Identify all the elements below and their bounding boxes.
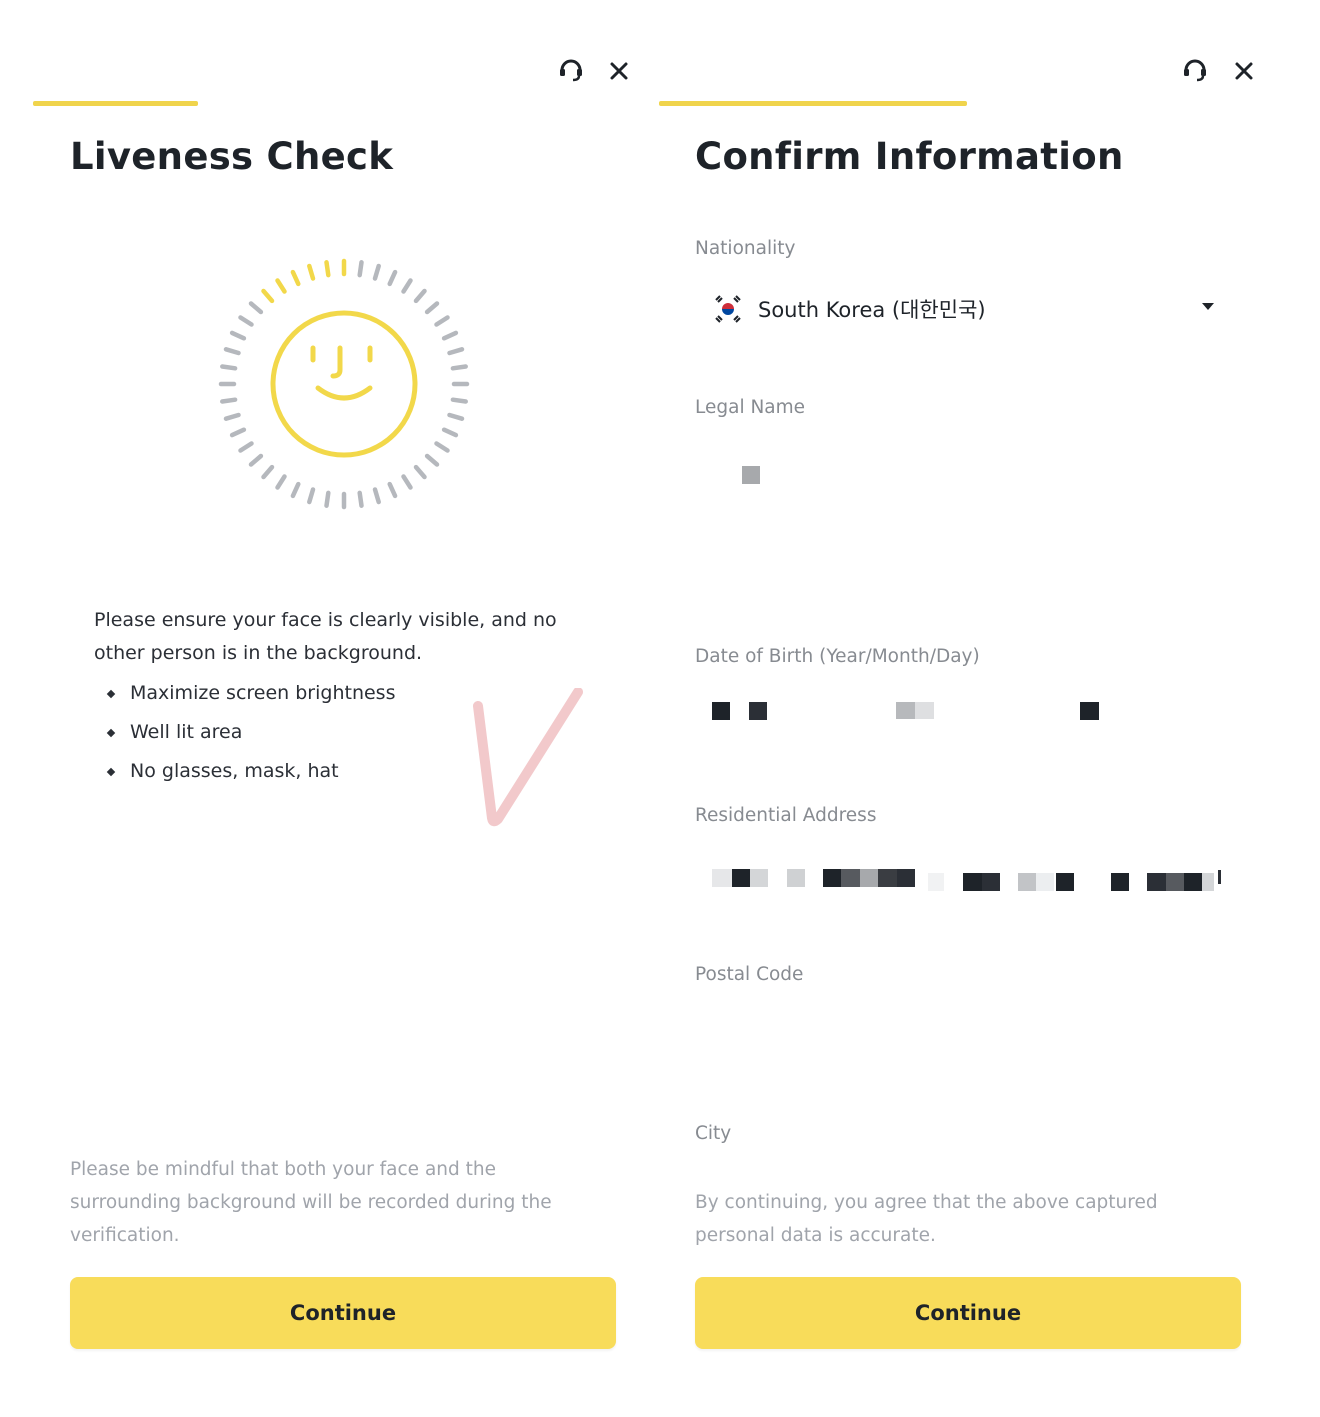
- progress-tick: [357, 490, 364, 508]
- progress-tick: [220, 397, 238, 404]
- progress-tick: [229, 427, 247, 438]
- progress-tick: [441, 427, 459, 438]
- recording-notice: Please be mindful that both your face an…: [70, 1159, 552, 1246]
- progress-tick: [238, 441, 254, 453]
- progress-tick: [261, 464, 275, 480]
- progress-tick: [434, 441, 450, 453]
- progress-tick: [248, 453, 264, 467]
- progress-tick: [424, 453, 440, 467]
- progress-tick: [372, 263, 381, 281]
- nationality-select[interactable]: South Korea (대한민국): [695, 284, 1225, 334]
- progress-tick: [223, 412, 241, 421]
- progress-tick: [223, 347, 241, 356]
- smiley-face-icon: [218, 258, 470, 510]
- progress-tick: [290, 481, 301, 499]
- progress-tick: [447, 412, 465, 421]
- progress-tick: [229, 330, 247, 341]
- close-icon[interactable]: [604, 56, 634, 86]
- page-title: Confirm Information: [695, 135, 1124, 178]
- progress-tick: [290, 269, 301, 287]
- city-label: City: [695, 1123, 732, 1144]
- dob-label: Date of Birth (Year/Month/Day): [695, 646, 980, 667]
- progress-tick: [248, 301, 264, 315]
- nationality-value: South Korea (대한민국): [758, 298, 986, 322]
- headset-icon[interactable]: [1180, 54, 1210, 84]
- progress-bar: [659, 101, 967, 106]
- continue-button[interactable]: Continue: [70, 1277, 616, 1349]
- postal-code-label: Postal Code: [695, 964, 804, 985]
- progress-tick: [424, 301, 440, 315]
- continue-button[interactable]: Continue: [695, 1277, 1241, 1349]
- legal-name-label: Legal Name: [695, 397, 806, 418]
- progress-bar: [33, 101, 198, 106]
- page-title: Liveness Check: [70, 135, 394, 178]
- legal-name-value-redacted: [742, 466, 762, 486]
- progress-tick: [238, 315, 254, 327]
- nationality-label: Nationality: [695, 238, 796, 259]
- check-mark-icon: [473, 688, 583, 827]
- progress-tick: [324, 260, 331, 278]
- progress-tick: [413, 464, 427, 480]
- confirm-information-screen: Confirm Information Nationality South Ko…: [659, 0, 1320, 1417]
- address-label: Residential Address: [695, 805, 877, 826]
- progress-tick: [434, 315, 450, 327]
- chevron-down-icon: [1202, 303, 1214, 310]
- progress-tick: [324, 490, 331, 508]
- progress-tick: [450, 397, 468, 404]
- progress-tick: [261, 288, 275, 304]
- progress-tick: [387, 481, 398, 499]
- progress-tick: [275, 474, 287, 490]
- progress-tick: [401, 278, 413, 294]
- progress-tick: [307, 263, 316, 281]
- progress-tick: [372, 487, 381, 505]
- progress-tick: [387, 269, 398, 287]
- south-korea-flag-icon: [714, 295, 742, 323]
- progress-tick: [275, 278, 287, 294]
- address-value-redacted: [712, 867, 1232, 893]
- progress-tick: [441, 330, 459, 341]
- progress-tick: [307, 487, 316, 505]
- dob-value-redacted: [710, 700, 1110, 722]
- headset-icon[interactable]: [556, 54, 586, 84]
- progress-tick: [447, 347, 465, 356]
- accuracy-notice: By continuing, you agree that the above …: [695, 1192, 1158, 1246]
- liveness-check-screen: Liveness Check Please ensure your face i…: [0, 0, 660, 1417]
- progress-tick: [401, 474, 413, 490]
- progress-tick: [220, 364, 238, 371]
- progress-tick: [357, 260, 364, 278]
- progress-tick: [450, 364, 468, 371]
- instruction-text: Please ensure your face is clearly visib…: [94, 609, 557, 664]
- progress-tick: [413, 288, 427, 304]
- close-icon[interactable]: [1229, 56, 1259, 86]
